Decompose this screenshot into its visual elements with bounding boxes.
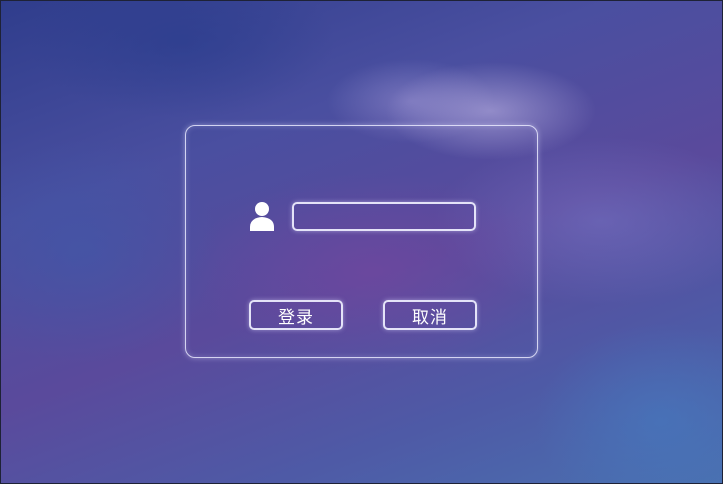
login-screen: 登录 取消	[0, 0, 723, 484]
login-button[interactable]: 登录	[249, 300, 343, 330]
cancel-button[interactable]: 取消	[383, 300, 477, 330]
login-panel	[185, 125, 538, 358]
user-icon	[250, 202, 274, 231]
username-input[interactable]	[292, 202, 476, 231]
